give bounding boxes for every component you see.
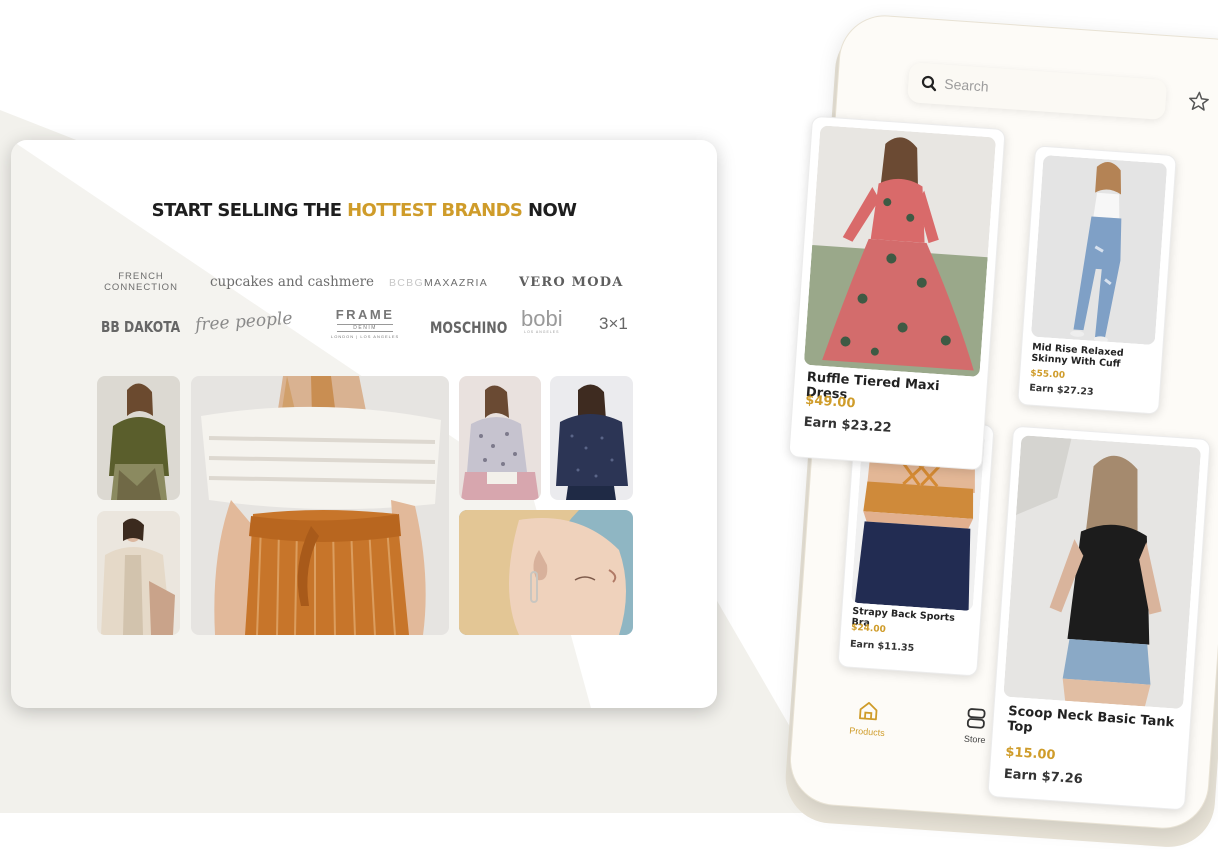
product-price: $55.00 bbox=[1029, 368, 1066, 381]
product-price: $15.00 bbox=[1004, 744, 1056, 764]
product-card-maxi-dress[interactable]: Ruffle Tiered Maxi Dress $49.00 Earn $23… bbox=[788, 115, 1006, 471]
brand-3x1: 3×1 bbox=[599, 314, 628, 333]
search-bar[interactable]: Search bbox=[907, 62, 1168, 121]
product-earn: Earn $11.35 bbox=[849, 638, 915, 655]
brand-vero-moda: VERO MODA bbox=[519, 275, 624, 290]
photo-off-shoulder-top bbox=[191, 376, 449, 635]
product-image-jeans bbox=[1030, 154, 1168, 346]
product-earn: Earn $23.22 bbox=[803, 414, 893, 436]
product-image-tank-top bbox=[1003, 435, 1202, 710]
brands-card: START SELLING THE HOTTEST BRANDS NOW FRE… bbox=[11, 140, 717, 708]
product-image-maxi-dress bbox=[803, 125, 997, 377]
headline: START SELLING THE HOTTEST BRANDS NOW bbox=[151, 200, 577, 221]
search-placeholder: Search bbox=[943, 75, 990, 95]
nav-store-label: Store bbox=[963, 733, 986, 746]
store-icon bbox=[966, 708, 986, 729]
nav-products[interactable]: Products bbox=[837, 697, 900, 739]
nav-products-label: Products bbox=[848, 725, 886, 739]
star-icon[interactable] bbox=[1187, 90, 1210, 113]
product-card-tank-top[interactable]: Scoop Neck Basic Tank Top $15.00 Earn $7… bbox=[987, 425, 1211, 811]
photo-olive-sweater bbox=[97, 376, 180, 500]
product-name: Mid Rise Relaxed Skinny With Cuff bbox=[1031, 341, 1124, 370]
photo-navy-blouse bbox=[550, 376, 633, 500]
product-earn: Earn $7.26 bbox=[1003, 766, 1084, 788]
search-icon bbox=[921, 75, 937, 92]
product-earn: Earn $27.23 bbox=[1028, 382, 1094, 399]
photo-earring bbox=[459, 510, 633, 635]
brand-cupcakes-and-cashmere: cupcakes and cashmere bbox=[210, 274, 375, 290]
photo-floral-blouse bbox=[459, 376, 541, 500]
headline-accent: HOTTEST BRANDS bbox=[347, 200, 523, 221]
brand-moschino: MOSCHINO bbox=[430, 318, 508, 337]
product-price: $24.00 bbox=[850, 622, 887, 636]
brand-bobi: bobi LOS ANGELES bbox=[521, 306, 563, 335]
photo-beige-jacket bbox=[97, 511, 180, 635]
brand-bcbg-maxazria: BCBGMAXAZRIA bbox=[389, 277, 489, 289]
product-name: Scoop Neck Basic Tank Top bbox=[1006, 703, 1175, 736]
product-price: $49.00 bbox=[804, 392, 856, 412]
product-card-jeans[interactable]: Mid Rise Relaxed Skinny With Cuff $55.00… bbox=[1017, 145, 1177, 415]
brand-bb-dakota: BB DAKOTA bbox=[101, 318, 181, 336]
brand-frame-denim: FRAME DENIM LONDON | LOS ANGELES bbox=[331, 307, 400, 339]
brand-french-connection: FRENCH CONNECTION bbox=[104, 271, 178, 293]
home-icon bbox=[859, 701, 878, 721]
